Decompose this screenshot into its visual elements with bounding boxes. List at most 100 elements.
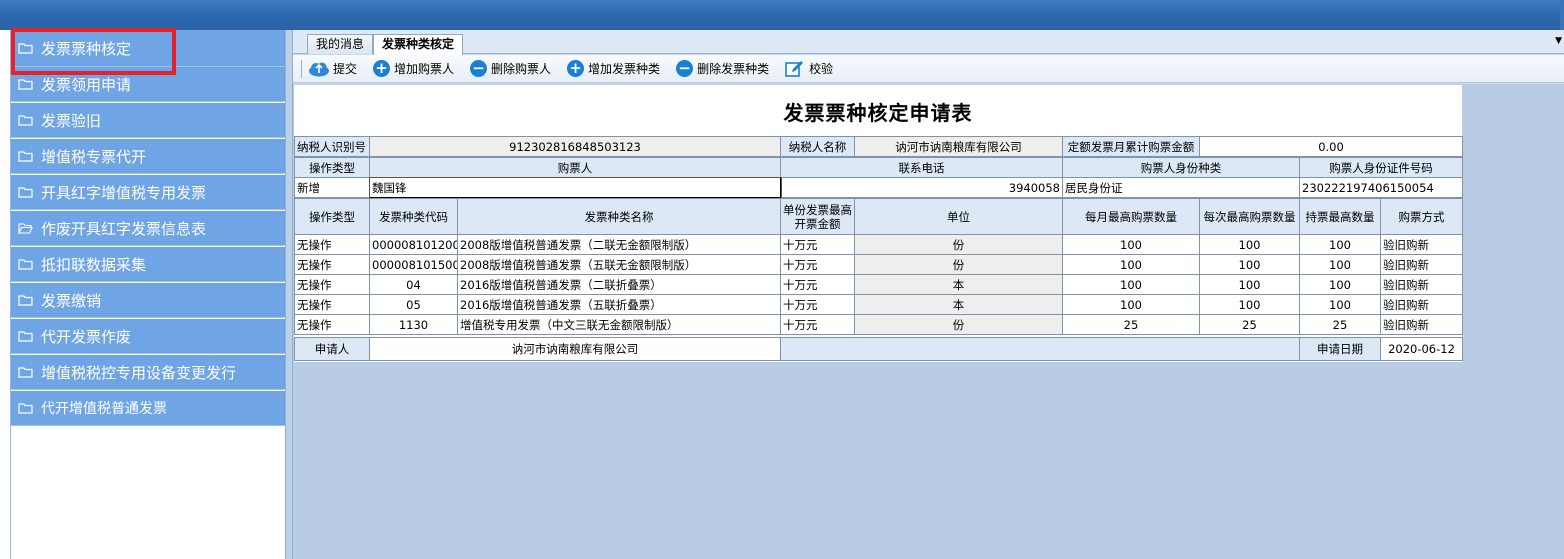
method-cell[interactable]: 验旧购新 — [1380, 234, 1463, 255]
monthly-max-header: 每月最高购票数量 — [1062, 198, 1200, 235]
sidebar-item-proxy-void[interactable]: 代开发票作废 — [11, 319, 285, 354]
sidebar-item-vat-special-issue[interactable]: 增值税专票代开 — [11, 139, 285, 174]
monthly-total-value[interactable]: 0.00 — [1199, 136, 1463, 157]
tab-bar: 我的消息 发票种类核定 ▼ — [293, 30, 1564, 55]
each-cell[interactable]: 100 — [1199, 234, 1300, 255]
table-row[interactable]: 无操作 000008101500 2008版增值税普通发票（五联无金额限制版） … — [294, 254, 1463, 275]
method-cell[interactable]: 验旧购新 — [1380, 274, 1463, 295]
monthly-total-label: 定额发票月累计购票金额 — [1062, 136, 1200, 157]
applicant-spacer — [780, 337, 1300, 361]
folder-icon — [18, 42, 33, 54]
sidebar-item-invoice-cancel[interactable]: 发票缴销 — [11, 283, 285, 318]
taxpayer-row: 纳税人识别号 912302816848503123 纳税人名称 讷河市讷南粮库有… — [294, 136, 1463, 157]
sidebar-item-label: 发票票种核定 — [41, 39, 132, 58]
hold-cell[interactable]: 25 — [1299, 314, 1381, 335]
tab-invoice-type-approval[interactable]: 发票种类核定 — [373, 34, 464, 55]
sidebar-item-proxy-vat-normal[interactable]: 代开增值税普通发票 — [11, 391, 285, 426]
each-cell[interactable]: 100 — [1199, 254, 1300, 275]
hold-cell[interactable]: 100 — [1299, 234, 1381, 255]
taxpayer-id-value: 912302816848503123 — [369, 136, 781, 157]
monthly-cell[interactable]: 100 — [1062, 254, 1200, 275]
folder-icon — [18, 294, 33, 306]
each-cell[interactable]: 100 — [1199, 294, 1300, 315]
monthly-cell[interactable]: 25 — [1062, 314, 1200, 335]
max-amount-header-line2: 开票金额 — [794, 216, 841, 231]
type-code-cell: 05 — [369, 294, 458, 315]
table-row[interactable]: 无操作 04 2016版增值税普通发票（二联折叠票） 十万元 本 100 100… — [294, 274, 1463, 295]
delete-buyer-button[interactable]: − 删除购票人 — [470, 60, 551, 77]
table-row[interactable]: 无操作 1130 增值税专用发票（中文三联无金额限制版） 十万元 份 25 25… — [294, 314, 1463, 335]
type-op-cell: 无操作 — [294, 254, 370, 275]
sidebar-item-label: 代开发票作废 — [41, 327, 132, 346]
max-amount-header-line1: 单份发票最高 — [783, 202, 852, 217]
type-code-cell: 1130 — [369, 314, 458, 335]
hold-cell[interactable]: 100 — [1299, 294, 1381, 315]
unit-cell: 本 — [854, 274, 1063, 295]
folder-icon — [18, 78, 33, 90]
cloud-upload-icon — [309, 62, 329, 76]
type-name-cell: 2016版增值税普通发票（五联折叠票） — [457, 294, 781, 315]
plus-icon: + — [373, 60, 391, 77]
monthly-cell[interactable]: 100 — [1062, 274, 1200, 295]
invoice-type-table: 操作类型 发票种类代码 发票种类名称 单份发票最高 开票金额 单位 每月最高购票数… — [294, 198, 1463, 335]
type-name-cell: 2008版增值税普通发票（五联无金额限制版） — [457, 254, 781, 275]
folder-icon — [18, 402, 33, 414]
taxpayer-id-label: 纳税人识别号 — [294, 136, 370, 157]
buyer-row: 新增 魏国锋 3940058 居民身份证 230222197406150054 — [294, 176, 1463, 199]
sidebar-item-tax-device-change[interactable]: 增值税税控专用设备变更发行 — [11, 355, 285, 390]
folder-icon — [18, 114, 33, 126]
amount-cell: 十万元 — [780, 234, 855, 255]
taxpayer-name-value: 讷河市讷南粮库有限公司 — [854, 136, 1063, 157]
sidebar-item-red-vat-invoice[interactable]: 开具红字增值税专用发票 — [11, 175, 285, 210]
sidebar-item-invoice-request[interactable]: 发票领用申请 — [11, 67, 285, 102]
method-cell[interactable]: 验旧购新 — [1380, 314, 1463, 335]
phone-input[interactable]: 3940058 — [780, 177, 1063, 198]
applicant-value: 讷河市讷南粮库有限公司 — [369, 337, 781, 361]
monthly-cell[interactable]: 100 — [1062, 234, 1200, 255]
method-cell[interactable]: 验旧购新 — [1380, 254, 1463, 275]
type-code-header: 发票种类代码 — [369, 198, 458, 235]
submit-button[interactable]: 提交 — [308, 60, 357, 77]
buyer-name-input[interactable]: 魏国锋 — [368, 176, 782, 199]
verify-label: 校验 — [809, 62, 834, 76]
sidebar-item-label: 发票验旧 — [41, 111, 102, 130]
each-cell[interactable]: 100 — [1199, 274, 1300, 295]
hold-cell[interactable]: 100 — [1299, 274, 1381, 295]
sidebar-item-invoice-check-old[interactable]: 发票验旧 — [11, 103, 285, 138]
id-type-select[interactable]: 居民身份证 — [1062, 177, 1300, 198]
each-cell[interactable]: 25 — [1199, 314, 1300, 335]
sidebar-item-deduction-collect[interactable]: 抵扣联数据采集 — [11, 247, 285, 282]
sidebar-item-label: 发票缴销 — [41, 291, 102, 310]
type-op-cell: 无操作 — [294, 274, 370, 295]
folder-icon — [18, 258, 33, 270]
method-cell[interactable]: 验旧购新 — [1380, 294, 1463, 315]
amount-cell: 十万元 — [780, 294, 855, 315]
unit-cell: 份 — [854, 314, 1063, 335]
sidebar-item-label: 增值税专票代开 — [41, 147, 147, 166]
verify-button[interactable]: 校验 — [785, 60, 833, 78]
table-row[interactable]: 无操作 000008101200 2008版增值税普通发票（二联无金额限制版） … — [294, 234, 1463, 255]
hold-cell[interactable]: 100 — [1299, 254, 1381, 275]
type-name-cell: 2016版增值税普通发票（二联折叠票） — [457, 274, 781, 295]
table-row[interactable]: 无操作 05 2016版增值税普通发票（五联折叠票） 十万元 本 100 100… — [294, 294, 1463, 315]
unit-cell: 本 — [854, 294, 1063, 315]
splitter-bar[interactable] — [285, 30, 293, 559]
delete-invoice-type-button[interactable]: − 删除发票种类 — [676, 60, 769, 77]
add-buyer-button[interactable]: + 增加购票人 — [373, 60, 454, 77]
monthly-cell[interactable]: 100 — [1062, 294, 1200, 315]
content-area: 发票票种核定申请表 纳税人识别号 912302816848503123 纳税人名… — [293, 84, 1564, 559]
id-no-input[interactable]: 230222197406150054 — [1299, 177, 1463, 198]
sidebar-item-invoice-type-approval[interactable]: 发票票种核定 — [11, 30, 285, 67]
buyer-op-header: 操作类型 — [294, 157, 370, 178]
buyer-op-cell: 新增 — [294, 177, 370, 198]
unit-cell: 份 — [854, 234, 1063, 255]
tab-dropdown-icon[interactable]: ▼ — [1555, 36, 1562, 46]
edit-pencil-icon — [785, 60, 804, 77]
add-invoice-type-button[interactable]: + 增加发票种类 — [567, 60, 660, 77]
date-label: 申请日期 — [1299, 337, 1381, 361]
sidebar-item-void-red-info[interactable]: 作废开具红字发票信息表 — [11, 211, 285, 246]
tab-my-messages[interactable]: 我的消息 — [307, 34, 374, 54]
tab-label: 发票种类核定 — [382, 37, 455, 51]
type-name-cell: 2008版增值税普通发票（二联无金额限制版） — [457, 234, 781, 255]
unit-cell: 份 — [854, 254, 1063, 275]
